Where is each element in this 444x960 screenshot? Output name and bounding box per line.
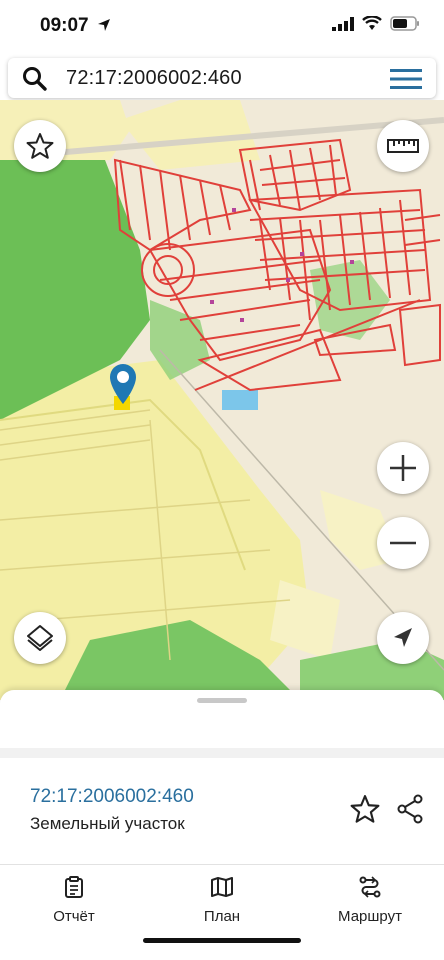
route-icon	[359, 876, 381, 898]
layers-icon	[27, 625, 53, 651]
star-icon[interactable]	[350, 794, 380, 824]
sheet-grabber[interactable]	[197, 698, 247, 703]
tab-report[interactable]: Отчёт	[19, 876, 129, 925]
tab-report-label: Отчёт	[53, 908, 95, 925]
zoom-in-icon	[390, 455, 416, 481]
signal-icon	[332, 16, 354, 31]
star-icon	[26, 133, 54, 159]
map-book-icon	[211, 877, 233, 897]
battery-icon	[390, 16, 419, 31]
favorite-button[interactable]	[14, 120, 66, 172]
layers-button[interactable]	[14, 612, 66, 664]
search-bar[interactable]: 72:17:2006002:460	[8, 58, 436, 98]
tab-plan[interactable]: План	[167, 876, 277, 925]
sheet-separator	[0, 748, 444, 758]
location-arrow-icon	[394, 628, 412, 647]
location-arrow-small-icon	[98, 19, 110, 31]
status-bar: 09:07	[0, 0, 444, 52]
zoom-in-button[interactable]	[377, 442, 429, 494]
search-input[interactable]: 72:17:2006002:460	[66, 67, 242, 90]
tab-route-label: Маршрут	[338, 908, 402, 925]
wifi-icon	[362, 16, 382, 30]
nav-divider	[0, 864, 444, 865]
object-type: Земельный участок	[30, 814, 185, 833]
home-indicator[interactable]	[143, 938, 301, 943]
map-graphics	[0, 100, 444, 700]
tab-route[interactable]: Маршрут	[315, 876, 425, 925]
zoom-out-button[interactable]	[377, 517, 429, 569]
ruler-button[interactable]	[377, 120, 429, 172]
cadastral-number[interactable]: 72:17:2006002:460	[30, 786, 194, 808]
map-canvas[interactable]	[0, 100, 444, 700]
my-location-button[interactable]	[377, 612, 429, 664]
status-icons	[332, 16, 420, 31]
search-icon[interactable]	[22, 66, 48, 92]
tab-plan-label: План	[203, 908, 241, 925]
ruler-icon	[387, 139, 419, 153]
share-icon[interactable]	[396, 794, 424, 824]
report-icon	[65, 876, 83, 898]
menu-icon[interactable]	[390, 68, 422, 90]
clock: 09:07	[40, 15, 89, 36]
zoom-out-icon	[390, 541, 416, 545]
map-pin-icon[interactable]	[109, 364, 137, 406]
info-sheet[interactable]: 72:17:2006002:460 Земельный участок Отчё…	[0, 690, 444, 960]
